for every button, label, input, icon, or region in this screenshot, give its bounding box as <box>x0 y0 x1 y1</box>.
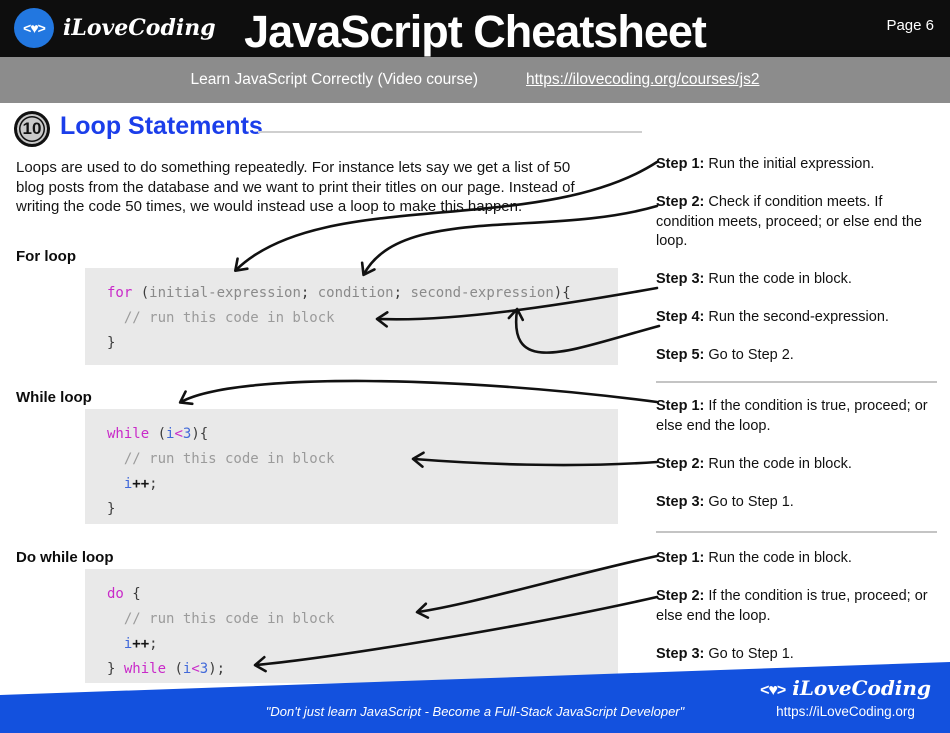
section-intro: Loops are used to do something repeatedl… <box>16 159 575 215</box>
footer-url[interactable]: https://iLoveCoding.org <box>753 703 938 720</box>
step-item: Step 5: Go to Step 2. <box>656 347 794 363</box>
loop-label-while: While loop <box>16 389 92 406</box>
step-item: Step 2: Check if condition meets. If con… <box>656 194 922 249</box>
step-item: Step 3: Go to Step 1. <box>656 493 794 510</box>
course-bar: Learn JavaScript Correctly (Video course… <box>0 57 950 103</box>
footer-brand: <♥> iLoveCoding https://iLoveCoding.org <box>753 676 938 720</box>
step-item: Step 1: Run the code in block. <box>656 550 852 566</box>
steps-for-loop: Step 1: Run the initial expression. Step … <box>656 155 939 384</box>
footer-logo: <♥> iLoveCoding <box>753 676 938 703</box>
step-item: Step 3: Run the code in block. <box>656 271 852 287</box>
page-title: JavaScript Cheatsheet <box>244 6 707 57</box>
footer-logo-glyph: <♥> <box>760 682 786 699</box>
step-item: Step 2: Run the code in block. <box>656 455 852 472</box>
step-item: Step 4: Run the second-expression. <box>656 309 889 325</box>
step-item: Step 1: Run the initial expression. <box>656 156 875 172</box>
course-link[interactable]: https://ilovecoding.org/courses/js2 <box>526 71 759 89</box>
loop-label-for: For loop <box>16 248 76 265</box>
steps-while-loop: Step 1: If the condition is true, procee… <box>656 397 939 531</box>
code-block-for: for (initial-expression; condition; seco… <box>85 268 618 365</box>
course-subtitle: Learn JavaScript Correctly (Video course… <box>190 71 478 88</box>
code-block-while: while (i<3){ // run this code in block i… <box>85 409 618 524</box>
step-item: Step 2: If the condition is true, procee… <box>656 588 928 624</box>
section-title: Loop Statements <box>60 112 263 140</box>
step-item: Step 1: If the condition is true, procee… <box>656 398 928 434</box>
cheatsheet-page: <♥> iLoveCoding JavaScript Cheatsheet Pa… <box>0 0 950 733</box>
footer-brand-name: iLoveCoding <box>792 676 931 700</box>
app-header: <♥> iLoveCoding JavaScript Cheatsheet Pa… <box>0 0 950 57</box>
section-title-rule <box>258 131 642 133</box>
loop-label-do-while: Do while loop <box>16 549 114 566</box>
steps-divider <box>656 381 937 383</box>
section-number-badge: 10 <box>14 111 50 147</box>
page-number: Page 6 <box>886 17 934 34</box>
steps-divider <box>656 531 937 533</box>
